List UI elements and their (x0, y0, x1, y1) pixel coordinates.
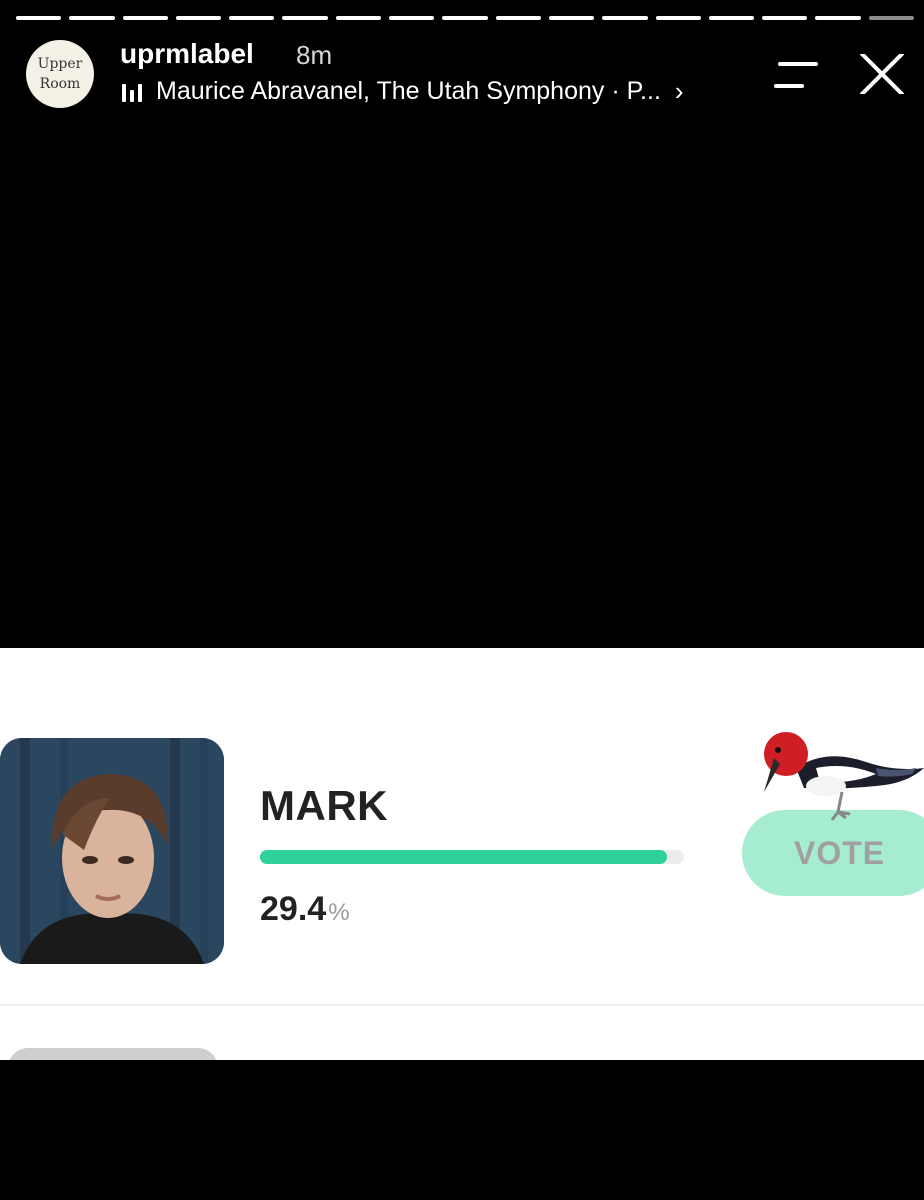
music-track-label: Maurice Abravanel, The Utah Symphony · P… (156, 77, 661, 105)
story-segment (16, 16, 62, 20)
story-segment (442, 16, 488, 20)
story-segment (815, 16, 861, 20)
close-icon[interactable] (858, 54, 906, 94)
story-segment (548, 16, 595, 20)
username[interactable]: uprmlabel (120, 38, 254, 70)
story-segment (335, 16, 382, 20)
percent-value: 29.4 (260, 890, 327, 928)
candidate-photo (0, 738, 224, 964)
next-candidate-photo (8, 1048, 218, 1060)
audio-bars-icon (122, 82, 142, 102)
filter-lines-icon[interactable] (774, 60, 818, 94)
vote-progress-track (260, 850, 684, 864)
account-avatar[interactable]: Upper Room (26, 40, 94, 108)
percent-unit: % (328, 899, 350, 926)
story-segment (655, 16, 701, 20)
story-segment (708, 16, 755, 20)
row-divider (0, 1004, 924, 1006)
story-progress-bar (16, 16, 915, 20)
woodpecker-sticker[interactable] (756, 728, 924, 828)
avatar-text-line1: Upper (37, 56, 83, 72)
story-segment (762, 16, 808, 20)
vote-progress-fill (260, 850, 668, 864)
story-segment (229, 16, 275, 20)
story-segment (175, 16, 222, 20)
candidate-name: MARK (260, 782, 388, 829)
story-segment (122, 16, 168, 20)
vote-percentage: 29.4% (260, 890, 350, 929)
story-segment (282, 16, 328, 20)
vote-button-label: VOTE (794, 834, 886, 871)
story-segment (389, 16, 435, 20)
chevron-right-icon: › (674, 76, 684, 106)
story-segment (495, 16, 541, 20)
music-attribution[interactable]: Maurice Abravanel, The Utah Symphony · P… (122, 76, 762, 107)
story-segment (868, 16, 915, 20)
avatar-text-line2: Room (39, 76, 81, 92)
story-segment (602, 16, 648, 20)
poll-screenshot: MARK 29.4% VOTE (0, 648, 924, 1060)
post-time: 8m (296, 40, 333, 70)
story-segment (69, 16, 115, 20)
